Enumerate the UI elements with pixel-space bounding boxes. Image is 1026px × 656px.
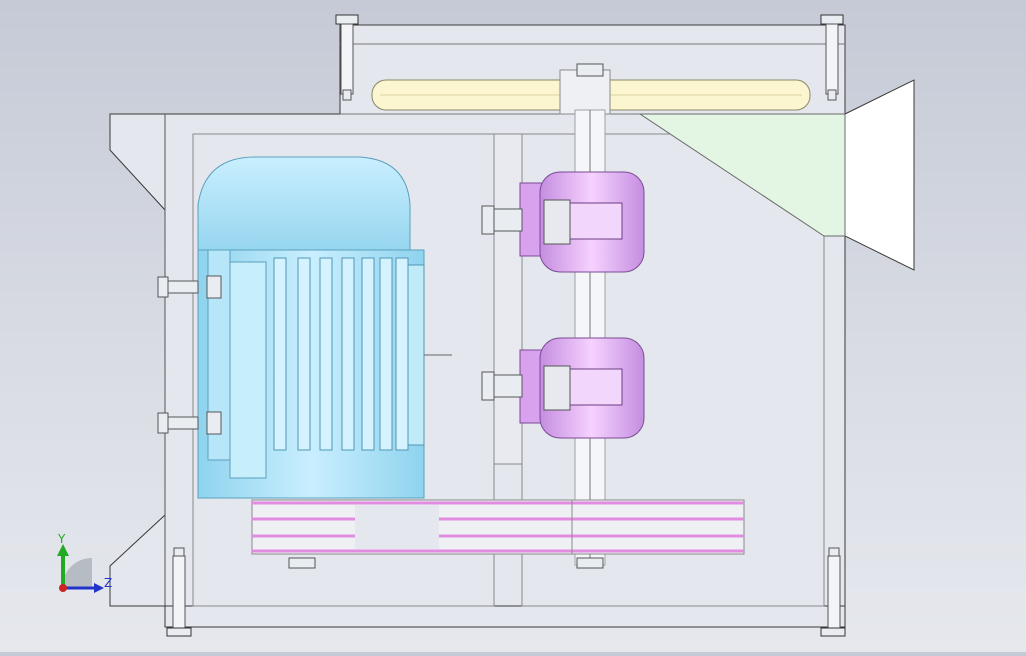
bearing-mount-panel <box>493 133 523 465</box>
assembly-drawing: Y Z <box>57 14 915 637</box>
shaft-pulley-nut <box>576 557 604 569</box>
discharge-chute <box>844 79 915 271</box>
z-axis-label: Z <box>104 576 112 590</box>
base-plate <box>164 605 846 628</box>
cad-viewport[interactable]: Y Z <box>0 0 1026 652</box>
coordinate-triad: Y Z <box>57 532 112 593</box>
x-axis-dot <box>59 584 67 592</box>
y-axis-label: Y <box>57 532 66 546</box>
drive-belt <box>251 499 745 555</box>
top-pulley-hub <box>559 69 611 115</box>
triad-ring <box>62 558 92 588</box>
top-nut <box>576 63 604 77</box>
motor-pulley-nut <box>288 557 316 569</box>
